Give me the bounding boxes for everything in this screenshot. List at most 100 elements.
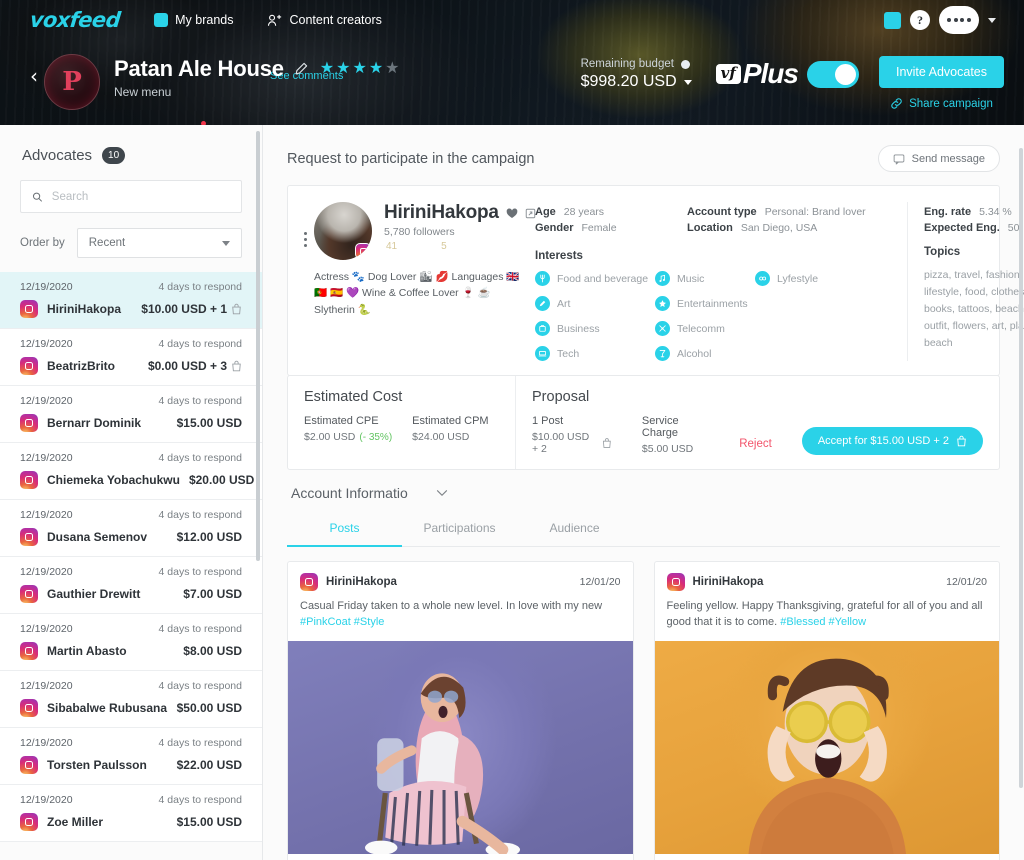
help-button[interactable]: ? [910, 10, 930, 30]
camera-glyph [25, 590, 33, 598]
advocate-row-bottom: Martin Abasto $8.00 USD [20, 642, 242, 660]
profile-options-icon[interactable] [298, 202, 314, 361]
campaign-rating[interactable]: ★ ★ ★ ★ ★ [320, 61, 400, 77]
entertainment-icon [655, 296, 670, 311]
dot [960, 18, 965, 22]
advocate-respond-time: 4 days to respond [158, 452, 242, 464]
campaign-subtitle: New menu [114, 85, 172, 99]
camera-glyph [25, 818, 33, 826]
interest-label: Tech [557, 347, 580, 360]
advocate-list-item[interactable]: 12/19/2020 4 days to respond Gauthier Drew… [0, 557, 262, 614]
budget-value-row[interactable]: $998.20 USD [581, 73, 692, 91]
post-value: $10.00 USD + 2 [532, 431, 590, 455]
post-image [654, 640, 999, 854]
more-dots-icon[interactable] [939, 6, 979, 34]
topics-value: pizza, travel, fashion, dessert, lifesty… [924, 269, 1024, 349]
advocate-list-item[interactable]: 12/19/2020 4 days to respond Zoe Miller $15… [0, 785, 262, 842]
advocate-list-item[interactable]: 12/19/2020 4 days to respond Chiemeka Yoba… [0, 443, 262, 500]
advocate-date: 12/19/2020 [20, 281, 73, 293]
nav-item-my-brands[interactable]: My brands [154, 13, 233, 27]
plus-toggle[interactable] [806, 60, 859, 88]
advocate-bio: Actress 🐾 Dog Lover 🏙 💋 Languages 🇬🇧 🇵🇹 … [314, 271, 520, 316]
nav-item-content-creators[interactable]: Content creators [267, 13, 382, 28]
camera-glyph [25, 419, 33, 427]
advocate-respond-time: 4 days to respond [158, 680, 242, 692]
advocate-list-item[interactable]: 12/19/2020 4 days to respond Dusana Semeno… [0, 500, 262, 557]
pencil-icon[interactable] [294, 62, 308, 76]
vf-logo-mark: vf [715, 64, 741, 84]
send-message-button[interactable]: Send message [877, 145, 1000, 172]
post-card[interactable]: HiriniHakopa 12/01/20 Feeling yellow. Happ… [653, 561, 1000, 860]
chevron-down-icon[interactable] [436, 489, 448, 497]
avatar [314, 202, 372, 260]
instagram-icon [300, 573, 318, 591]
search-box[interactable] [20, 180, 242, 213]
budget-label-row: Remaining budget [581, 58, 692, 70]
interest-item: Business [535, 321, 655, 336]
sidebar-scrollbar[interactable] [256, 131, 260, 561]
post-hashtags[interactable]: #PinkCoat #Style [300, 616, 384, 628]
advocate-amount: $20.00 USD [188, 473, 255, 487]
tab-participations-account[interactable]: Participations [402, 512, 517, 546]
advocate-amount: $22.00 USD [176, 758, 242, 772]
advocate-list-item[interactable]: 12/19/2020 4 days to respond Torsten Pauls… [0, 728, 262, 785]
tab-participations[interactable]: Participations [213, 118, 320, 125]
link-icon [891, 98, 902, 109]
advocate-name: BeatrizBrito [47, 359, 116, 373]
voxfeed-logo[interactable]: voxfeed [29, 8, 122, 32]
tab-statistics[interactable]: Statistics [46, 118, 128, 125]
instagram-icon [20, 585, 38, 603]
tab-requests[interactable]: Requests [128, 118, 213, 125]
search-input[interactable] [51, 190, 230, 203]
order-by-label: Order by [20, 237, 65, 249]
back-arrow-icon[interactable]: ‹ [30, 66, 38, 86]
square-icon[interactable] [884, 11, 901, 29]
chevron-down-icon[interactable] [988, 17, 996, 23]
post-header: HiriniHakopa 12/01/20 [288, 562, 633, 599]
advocate-row-bottom: HiriniHakopa $10.00 USD + 1 [20, 300, 242, 318]
advocate-name: Torsten Paulsson [47, 758, 147, 772]
advocate-list-item[interactable]: 12/19/2020 4 days to respond Sibabalwe Rub… [0, 671, 262, 728]
advocate-respond-time: 4 days to respond [158, 623, 242, 635]
advocate-row-top: 12/19/2020 4 days to respond [20, 509, 242, 521]
interest-label: Music [677, 272, 705, 285]
advocates-count-badge: 10 [102, 147, 126, 164]
order-by-select[interactable]: Recent [76, 228, 242, 258]
tab-posts[interactable]: Posts [287, 512, 402, 547]
accept-button[interactable]: Accept for $15.00 USD + 2 [801, 427, 983, 455]
interest-item: Telecomm [655, 321, 755, 336]
info-icon[interactable] [680, 59, 690, 69]
interest-label: Alcohol [677, 347, 712, 360]
bag-icon [957, 435, 966, 447]
estimated-cost-title: Estimated Cost [304, 389, 403, 405]
star-icon: ★ [336, 60, 351, 77]
reject-button[interactable]: Reject [739, 438, 772, 455]
post-hashtags[interactable]: #Blessed #Yellow [780, 616, 866, 628]
advocate-list-item[interactable]: 12/19/2020 4 days to respond BeatrizBrito $… [0, 329, 262, 386]
instagram-icon [20, 642, 38, 660]
main-scrollbar[interactable] [1019, 148, 1023, 788]
age-label: Age [535, 206, 556, 218]
instagram-icon [20, 813, 38, 831]
advocate-list-item[interactable]: 12/19/2020 4 days to respond Bernarr Domin… [0, 386, 262, 443]
interest-label: Food and beverage [557, 272, 649, 285]
post-card[interactable]: HiriniHakopa 12/01/20 Casual Friday taken … [287, 561, 634, 860]
advocate-respond-time: 4 days to respond [158, 737, 242, 749]
advocate-list-item[interactable]: 12/19/2020 4 days to respond HiriniHakopa $… [0, 272, 262, 329]
bag-icon [232, 360, 241, 372]
advocate-name: Gauthier Drewitt [47, 587, 141, 601]
tab-audience[interactable]: Audience [517, 512, 632, 546]
advocate-amount: $7.00 USD [183, 587, 242, 601]
advocate-name: HiriniHakopa [384, 202, 499, 223]
heart-icon[interactable] [506, 207, 518, 219]
share-campaign-link[interactable]: Share campaign [879, 97, 1004, 110]
interests-title: Interests [535, 250, 583, 262]
advocate-name: Dusana Semenov [47, 530, 148, 544]
dot [304, 244, 307, 247]
advocate-amount: $8.00 USD [183, 644, 242, 658]
expected-eng-value: 50 [1007, 222, 1020, 234]
invite-advocates-button[interactable]: Invite Advocates [878, 56, 1004, 88]
advocate-list-item[interactable]: 12/19/2020 4 days to respond Martin Abasto… [0, 614, 262, 671]
advocate-respond-time: 4 days to respond [158, 338, 242, 350]
campaign-meta: Patan Ale House ★ ★ ★ ★ ★ New menu [114, 56, 400, 99]
